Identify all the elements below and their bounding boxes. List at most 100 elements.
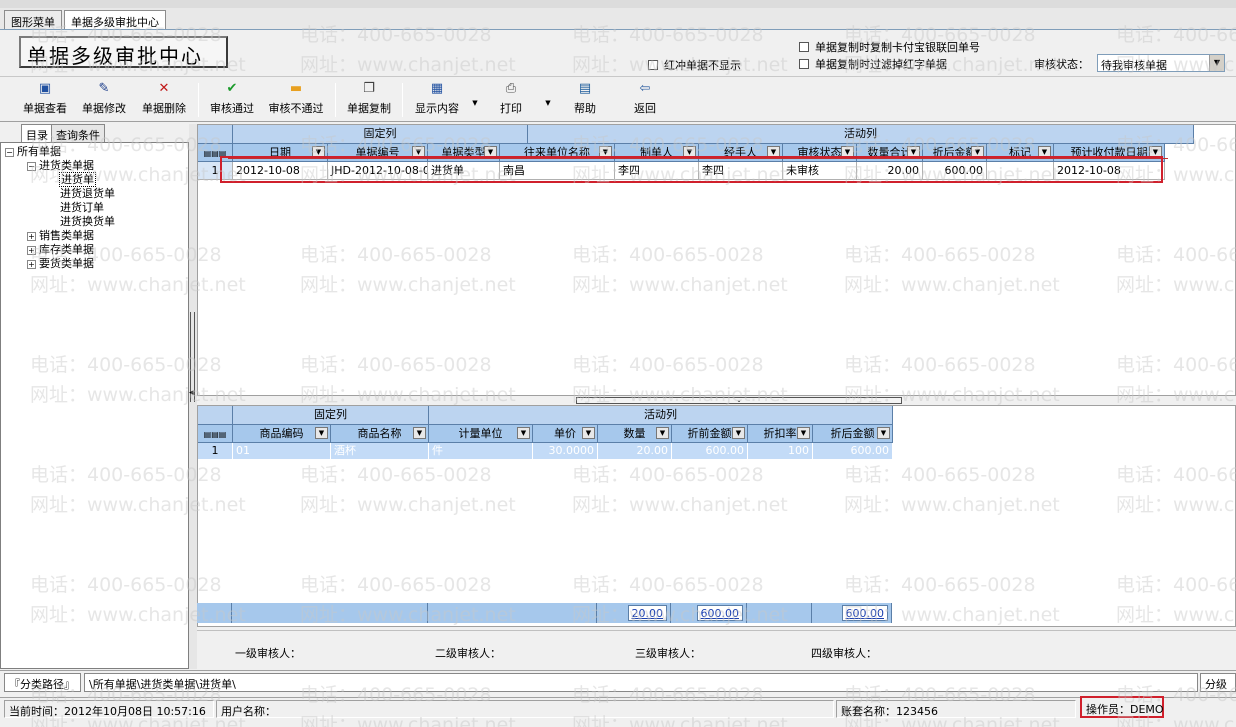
back-button[interactable]: ⇦ 返回: [630, 81, 660, 119]
tree-node-inventory[interactable]: + 库存类单据: [27, 243, 94, 256]
row-number[interactable]: 1: [198, 443, 233, 459]
document-view-icon: ▣: [38, 81, 52, 96]
view-voucher-button[interactable]: ▣ 单据查看: [20, 81, 70, 119]
tree-node-request-label: 要货类单据: [39, 257, 94, 270]
approvers-bar: 一级审核人： 二级审核人： 三级审核人： 四级审核人：: [197, 630, 1236, 668]
active-columns-header: 活动列: [528, 125, 1194, 144]
display-content-button[interactable]: ▦ 显示内容: [410, 81, 464, 119]
category-path-right[interactable]: 分级: [1200, 673, 1236, 692]
total-amount[interactable]: 600.00: [841, 605, 888, 621]
tab-approval-center[interactable]: 单据多级审批中心: [64, 10, 166, 29]
tree-node-sales[interactable]: + 销售类单据: [27, 229, 94, 242]
table-cell-pre_amount[interactable]: 600.00: [672, 443, 748, 459]
chevron-down-icon[interactable]: ▼: [1209, 55, 1224, 71]
column-header[interactable]: 折前金额 ▼: [672, 425, 748, 443]
copy-filter-red-checkbox[interactable]: 单据复制时过滤掉红字单据: [799, 56, 947, 72]
display-content-label: 显示内容: [415, 102, 459, 115]
expand-icon[interactable]: +: [27, 245, 36, 255]
tree-node-root[interactable]: − 所有单据: [5, 145, 61, 158]
hide-red-voucher-checkbox[interactable]: 红冲单据不显示: [648, 57, 741, 73]
highlighted-row-box: [220, 156, 1163, 183]
table-cell-amount[interactable]: 600.00: [813, 443, 893, 459]
table-cell-price[interactable]: 30.0000: [533, 443, 598, 459]
approve-label: 审核通过: [210, 102, 254, 115]
tab-query-conditions[interactable]: 查询条件: [51, 124, 105, 142]
table-cell-name[interactable]: 酒杯: [331, 443, 429, 459]
print-button[interactable]: ⎙ 打印: [496, 81, 526, 119]
column-filter-icon[interactable]: ▼: [582, 427, 595, 439]
totals-discount-cell: [747, 603, 812, 623]
tree-node-inventory-label: 库存类单据: [39, 243, 94, 256]
expand-icon[interactable]: +: [27, 231, 36, 241]
column-header[interactable]: 商品编码 ▼: [233, 425, 331, 443]
total-pre-amount[interactable]: 600.00: [696, 605, 743, 621]
column-header[interactable]: 数量 ▼: [598, 425, 672, 443]
tree-node-purchase-booking[interactable]: 进货订单: [60, 201, 104, 214]
column-header[interactable]: 计量单位 ▼: [429, 425, 533, 443]
expand-icon[interactable]: +: [27, 259, 36, 269]
horizontal-splitter[interactable]: ⌄: [576, 397, 902, 404]
status-operator: 操作员：DEMO: [1080, 696, 1164, 718]
reject-icon: ▬: [289, 81, 303, 96]
detail-grid: 固定列 活动列 ▤▤▤ 商品编码 ▼ 商品名称 ▼ 计量单位 ▼ 单价 ▼ 数量 ▼ 折前金额 ▼ 折扣…: [197, 405, 1236, 627]
tree-node-request[interactable]: + 要货类单据: [27, 257, 94, 270]
tab-graphic-menu[interactable]: 图形菜单: [4, 10, 62, 29]
tree-node-sales-label: 销售类单据: [39, 229, 94, 242]
tree-node-purchase[interactable]: − 进货类单据: [27, 159, 94, 172]
audit-status-select[interactable]: 待我审核单据 ▼: [1097, 54, 1225, 72]
tab-catalog[interactable]: 目录: [21, 124, 53, 142]
fixed-columns-header: 固定列: [233, 406, 429, 425]
book-icon: ▤: [578, 81, 592, 96]
tree-node-purchase-exchange[interactable]: 进货换货单: [60, 215, 115, 228]
copy-bank-receipt-checkbox[interactable]: 单据复制时复制卡付宝银联回单号: [799, 39, 980, 55]
reject-button[interactable]: ▬ 审核不通过: [265, 81, 327, 119]
grid-icon: ▦: [430, 81, 444, 96]
collapse-icon[interactable]: −: [5, 147, 14, 157]
totals-unit-price: [428, 603, 597, 623]
back-label: 返回: [634, 102, 656, 115]
column-filter-icon[interactable]: ▼: [413, 427, 426, 439]
column-filter-icon[interactable]: ▼: [797, 427, 810, 439]
exit-door-icon: ⇦: [639, 81, 651, 96]
fixed-columns-header: 固定列: [233, 125, 528, 144]
active-columns-header: 活动列: [429, 406, 893, 425]
voucher-tree: − 所有单据 − 进货类单据 进货单 进货退货单 进货订单 进货换货单 + 销售类单据…: [0, 142, 189, 669]
left-panel: 目录 查询条件 − 所有单据 − 进货类单据 进货单 进货退货单 进货订单 进货换货…: [0, 124, 189, 669]
column-filter-icon[interactable]: ▼: [656, 427, 669, 439]
delete-voucher-button[interactable]: ✕ 单据删除: [139, 81, 189, 119]
column-header[interactable]: 折后金额 ▼: [813, 425, 893, 443]
totals-pre-amount-cell: 600.00: [671, 603, 747, 623]
edit-voucher-button[interactable]: ✎ 单据修改: [79, 81, 129, 119]
grid-corner: [198, 125, 233, 144]
collapse-icon[interactable]: −: [27, 161, 36, 171]
toolbar-divider: [198, 83, 199, 117]
tree-node-purchase-order[interactable]: 进货单: [59, 172, 96, 187]
view-voucher-label: 单据查看: [23, 102, 67, 115]
help-button[interactable]: ▤ 帮助: [570, 81, 600, 119]
column-filter-icon[interactable]: ▼: [315, 427, 328, 439]
column-filter-icon[interactable]: ▼: [732, 427, 745, 439]
reject-label: 审核不通过: [268, 102, 324, 115]
table-cell-qty[interactable]: 20.00: [598, 443, 672, 459]
toolbar-divider: [402, 83, 403, 117]
approver-level-2: 二级审核人：: [435, 647, 501, 660]
table-cell-code[interactable]: 01: [233, 443, 331, 459]
row-selector-header[interactable]: ▤▤▤: [198, 425, 233, 443]
column-header[interactable]: 商品名称 ▼: [331, 425, 429, 443]
totals-amount-cell: 600.00: [812, 603, 892, 623]
copy-icon: ❐: [363, 81, 375, 96]
column-header[interactable]: 单价 ▼: [533, 425, 598, 443]
chevron-left-icon[interactable]: ◂: [189, 388, 194, 398]
column-filter-icon[interactable]: ▼: [877, 427, 890, 439]
window-tab-bar: 图形菜单 单据多级审批中心: [0, 8, 1236, 30]
column-filter-icon[interactable]: ▼: [517, 427, 530, 439]
table-cell-discount[interactable]: 100: [748, 443, 813, 459]
hide-red-voucher-label: 红冲单据不显示: [664, 59, 741, 72]
column-header[interactable]: 折扣率 ▼: [748, 425, 813, 443]
delete-voucher-label: 单据删除: [142, 102, 186, 115]
approve-button[interactable]: ✔ 审核通过: [207, 81, 257, 119]
table-cell-unit[interactable]: 件: [429, 443, 533, 459]
copy-voucher-button[interactable]: ❐ 单据复制: [343, 81, 395, 119]
total-qty[interactable]: 20.00: [627, 605, 667, 621]
tree-node-purchase-return[interactable]: 进货退货单: [60, 187, 115, 200]
